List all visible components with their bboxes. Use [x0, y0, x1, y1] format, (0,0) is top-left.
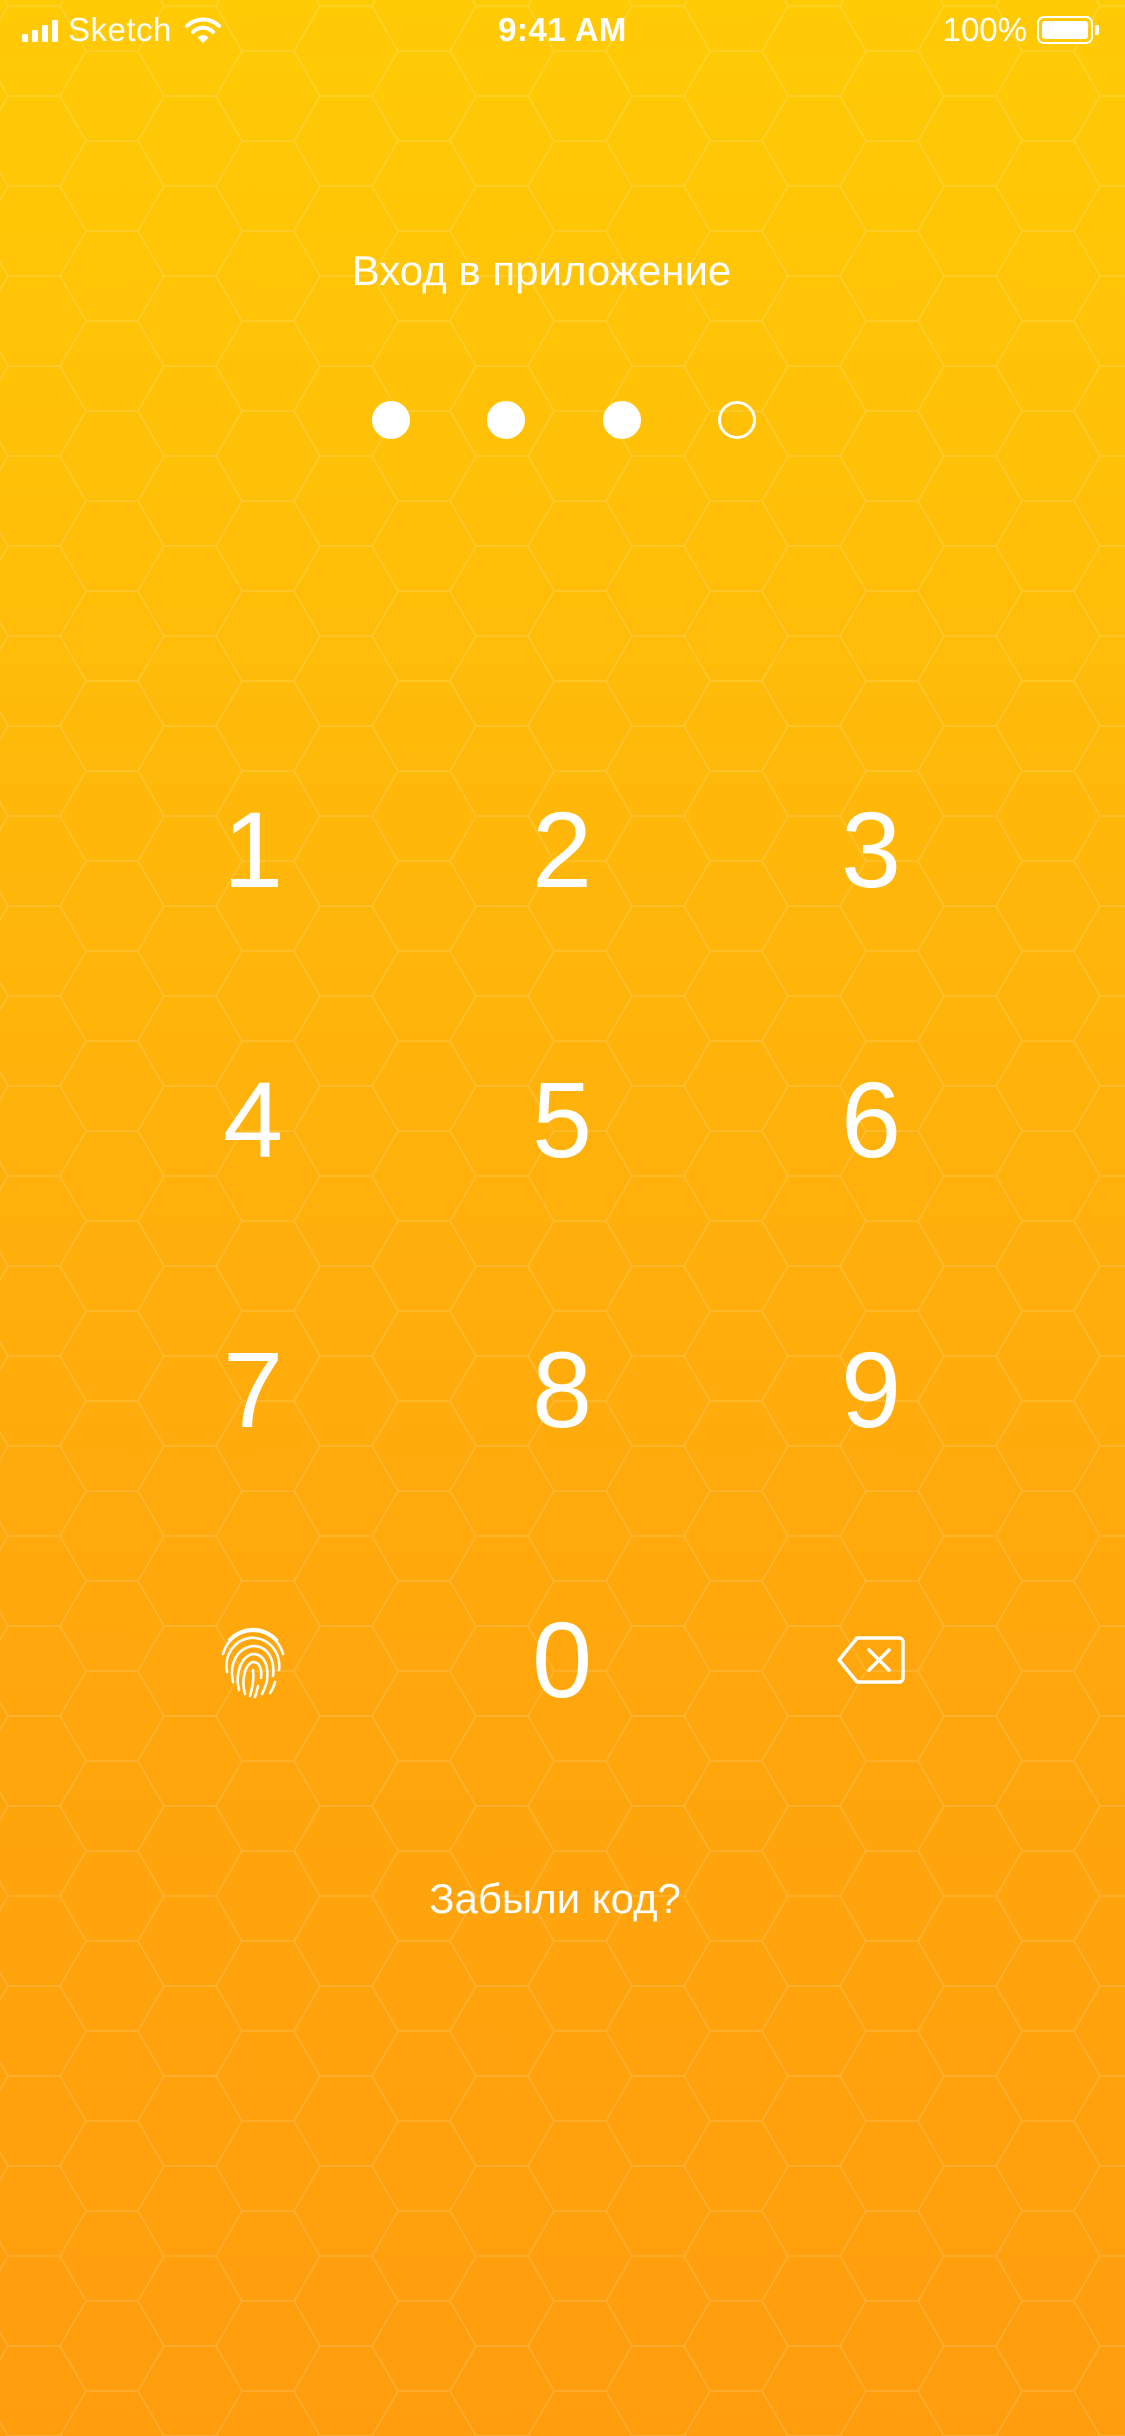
battery-level: [1042, 21, 1088, 39]
key-1[interactable]: 1: [143, 750, 363, 950]
key-2[interactable]: 2: [452, 750, 672, 950]
key-8[interactable]: 8: [452, 1290, 672, 1490]
forgot-code-link[interactable]: Забыли код?: [0, 1872, 1110, 1926]
battery-icon: [1037, 16, 1099, 44]
pin-dot: [718, 401, 756, 439]
battery-percentage: 100%: [942, 11, 1027, 48]
key-5[interactable]: 5: [452, 1020, 672, 1220]
pin-dot: [487, 401, 525, 439]
key-4[interactable]: 4: [143, 1020, 363, 1220]
key-3[interactable]: 3: [761, 750, 981, 950]
pin-dot: [603, 401, 641, 439]
delete-button[interactable]: [761, 1560, 981, 1760]
passcode-screen: Sketch 9:41 AM 100% Вход в приложение 1 …: [0, 0, 1125, 2436]
key-0[interactable]: 0: [452, 1560, 672, 1760]
pin-dot: [372, 401, 410, 439]
fingerprint-button[interactable]: [143, 1560, 363, 1760]
fingerprint-icon: [221, 1627, 285, 1699]
key-6[interactable]: 6: [761, 1020, 981, 1220]
page-title: Вход в приложение: [351, 247, 732, 294]
key-9[interactable]: 9: [761, 1290, 981, 1490]
pin-indicator: [0, 400, 1125, 442]
backspace-icon: [837, 1636, 905, 1684]
status-bar: Sketch 9:41 AM 100%: [0, 0, 1125, 62]
key-7[interactable]: 7: [143, 1290, 363, 1490]
status-right: 100%: [943, 10, 1099, 50]
